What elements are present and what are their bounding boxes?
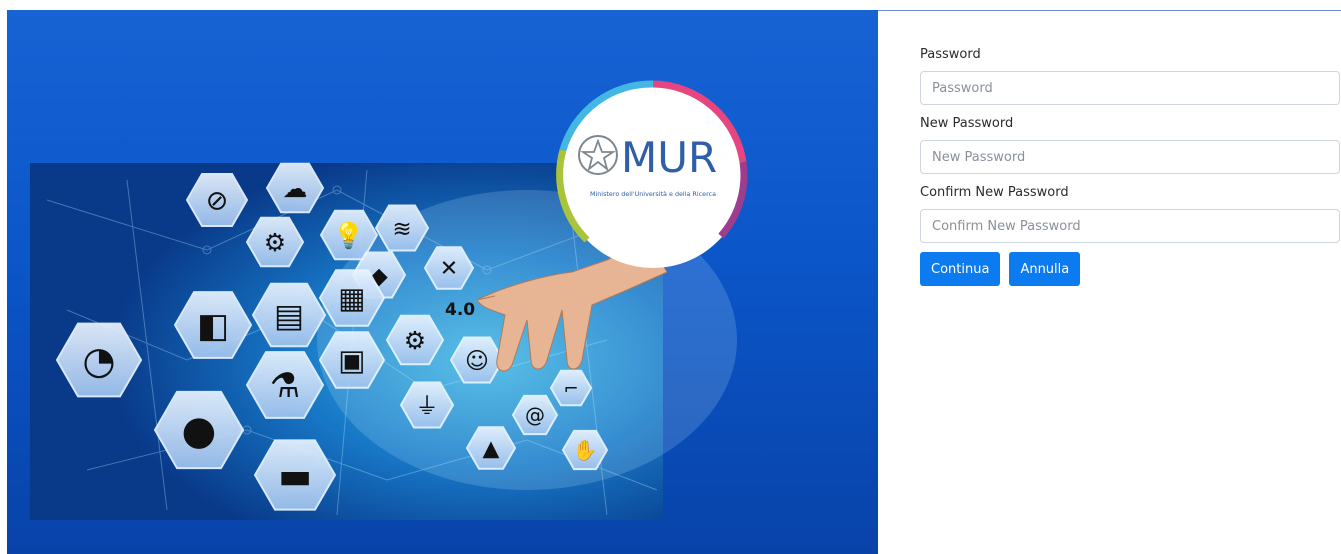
confirm-password-label: Confirm New Password [920,185,1069,200]
password-label: Password [920,47,981,62]
svg-text:◔: ◔ [82,338,115,382]
svg-text:☁: ☁ [283,174,308,203]
mur-logo: MUR Ministero dell'Università e della Ri… [556,80,748,268]
hero-banner: ⊘ ☁ ⚙ 💡 ≋ ◆ ✕ ◔ ◧ ▤ ▦ ▣ ⚙ ● ⚗ ⏚ ☺ ▬ ▲ @ ⌐ ✋ 4.0 MUR Ministero… [7,10,878,554]
svg-text:⚙: ⚙ [404,326,426,355]
confirm-password-input[interactable] [920,209,1340,243]
svg-text:@: @ [525,403,545,427]
svg-text:⌐: ⌐ [563,378,578,399]
svg-text:▬: ▬ [278,456,312,497]
industry-illustration: ⊘ ☁⚙ 💡 ≋◆ ✕◔◧ ▤ ▦▣⚙●⚗⏚☺▬▲@⌐✋ 4.0 MUR Ministero… [30,80,748,520]
industry-badge: 4.0 [445,300,475,320]
form-actions: Continua Annulla [920,252,1340,286]
brand-subtitle: Ministero dell'Università e della Ricerc… [590,190,716,198]
new-password-input[interactable] [920,140,1340,174]
svg-text:☺: ☺ [465,348,489,374]
svg-text:✕: ✕ [440,257,458,282]
cancel-button[interactable]: Annulla [1009,252,1081,286]
change-password-form: Password New Password Confirm New Passwo… [920,46,1340,286]
svg-text:▦: ▦ [338,281,365,315]
svg-text:▣: ▣ [338,343,365,377]
svg-text:●: ● [182,408,217,454]
svg-text:⊘: ⊘ [206,186,229,217]
svg-text:▲: ▲ [483,437,500,462]
new-password-label: New Password [920,116,1014,131]
continue-button[interactable]: Continua [920,252,1001,286]
svg-text:⚗: ⚗ [270,366,300,406]
svg-text:⏚: ⏚ [416,393,439,419]
svg-text:◧: ◧ [197,306,229,346]
svg-text:≋: ≋ [392,216,411,242]
svg-text:✋: ✋ [573,438,598,462]
password-input[interactable] [920,71,1340,105]
header-border [878,10,1341,11]
svg-text:💡: 💡 [333,221,364,250]
robot-arm-icon: ⌐ [549,369,593,407]
svg-text:▤: ▤ [274,297,304,335]
handshake-icon: ✋ [561,429,609,471]
brand-name: MUR [621,133,717,182]
svg-text:⚙: ⚙ [264,228,286,257]
at-sign-icon: @ [511,394,559,436]
